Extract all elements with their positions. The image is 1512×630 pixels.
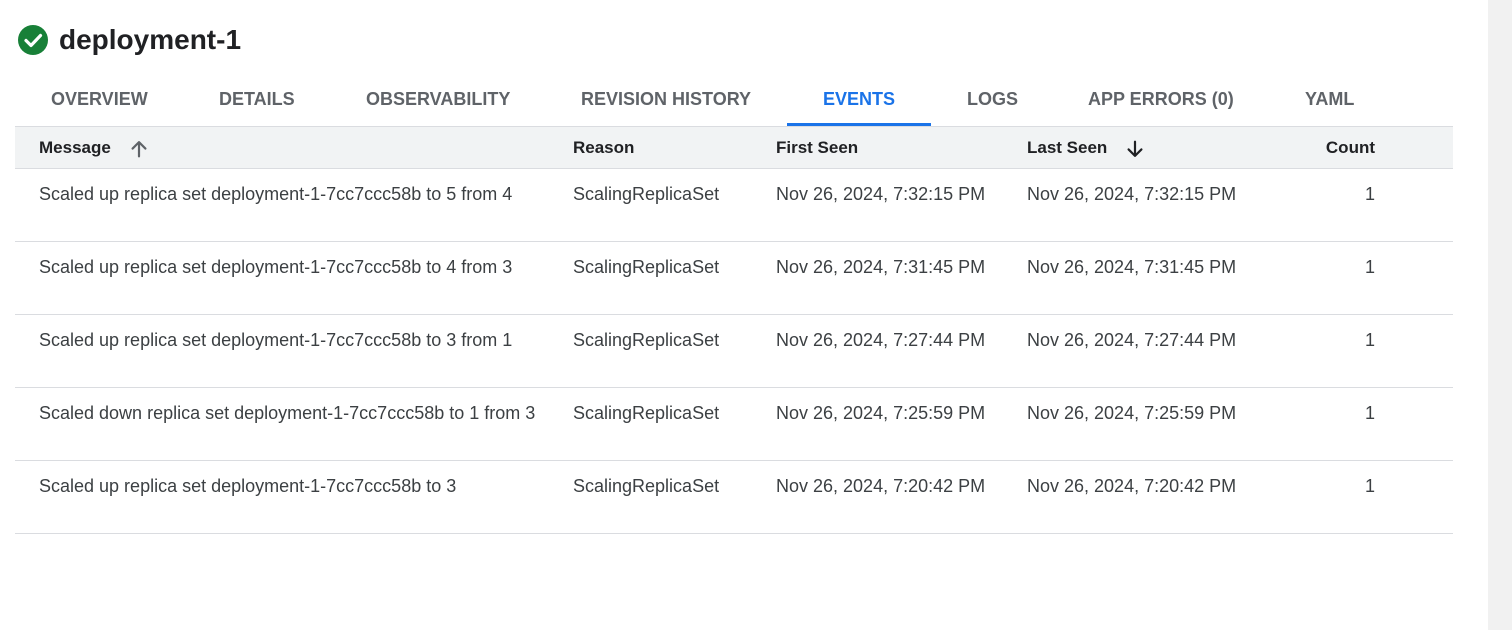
tab-revision-history[interactable]: REVISION HISTORY [545,74,787,126]
cell-reason: ScalingReplicaSet [573,476,720,496]
cell-last-seen: Nov 26, 2024, 7:25:59 PM [1027,403,1237,423]
cell-count: 1 [1364,330,1375,350]
tab-details[interactable]: DETAILS [183,74,331,126]
cell-first-seen: Nov 26, 2024, 7:31:45 PM [776,257,986,277]
events-table: Message Reason First Seen Last Seen Coun… [15,126,1453,534]
cell-count: 1 [1364,184,1375,204]
check-circle-icon [18,25,48,55]
cell-last-seen: Nov 26, 2024, 7:20:42 PM [1027,476,1237,496]
tab-observability[interactable]: OBSERVABILITY [330,74,546,126]
table-row[interactable]: Scaled up replica set deployment-1-7cc7c… [15,461,1453,534]
table-header: Message Reason First Seen Last Seen Coun… [15,126,1453,169]
column-header-reason[interactable]: Reason [573,127,634,169]
scrollbar[interactable] [1488,0,1512,630]
cell-last-seen: Nov 26, 2024, 7:32:15 PM [1027,184,1237,204]
cell-first-seen: Nov 26, 2024, 7:25:59 PM [776,403,986,423]
cell-last-seen: Nov 26, 2024, 7:31:45 PM [1027,257,1237,277]
cell-count: 1 [1364,476,1375,496]
cell-first-seen: Nov 26, 2024, 7:32:15 PM [776,184,986,204]
cell-message: Scaled up replica set deployment-1-7cc7c… [39,476,457,496]
column-header-first-seen[interactable]: First Seen [776,127,858,169]
column-header-last-seen-label: Last Seen [1027,138,1108,157]
page: deployment-1 OVERVIEW DETAILS OBSERVABIL… [0,0,1488,630]
arrow-down-icon [1127,140,1143,157]
table-row[interactable]: Scaled up replica set deployment-1-7cc7c… [15,315,1453,388]
column-header-message[interactable]: Message [39,127,150,169]
cell-last-seen: Nov 26, 2024, 7:27:44 PM [1027,330,1237,350]
cell-reason: ScalingReplicaSet [573,257,720,277]
table-row[interactable]: Scaled down replica set deployment-1-7cc… [15,388,1453,461]
cell-message: Scaled up replica set deployment-1-7cc7c… [39,184,513,204]
table-row[interactable]: Scaled up replica set deployment-1-7cc7c… [15,169,1453,242]
cell-reason: ScalingReplicaSet [573,403,720,423]
table-row[interactable]: Scaled up replica set deployment-1-7cc7c… [15,242,1453,315]
cell-reason: ScalingReplicaSet [573,184,720,204]
tab-overview[interactable]: OVERVIEW [15,74,184,126]
cell-reason: ScalingReplicaSet [573,330,720,350]
tab-app-errors[interactable]: APP ERRORS (0) [1052,74,1270,126]
cell-count: 1 [1364,403,1375,423]
cell-message: Scaled up replica set deployment-1-7cc7c… [39,257,513,277]
tab-logs[interactable]: LOGS [931,74,1054,126]
tab-yaml[interactable]: YAML [1269,74,1390,126]
page-header: deployment-1 [17,24,241,56]
cell-count: 1 [1364,257,1375,277]
column-header-last-seen[interactable]: Last Seen [1027,127,1146,169]
table-body: Scaled up replica set deployment-1-7cc7c… [15,169,1453,534]
cell-first-seen: Nov 26, 2024, 7:27:44 PM [776,330,986,350]
column-header-message-label: Message [39,138,111,157]
cell-first-seen: Nov 26, 2024, 7:20:42 PM [776,476,986,496]
tab-bar: OVERVIEW DETAILS OBSERVABILITY REVISION … [15,74,1453,126]
tab-events[interactable]: EVENTS [787,74,932,126]
column-header-count[interactable]: Count [1275,127,1375,169]
cell-message: Scaled up replica set deployment-1-7cc7c… [39,330,513,350]
cell-message: Scaled down replica set deployment-1-7cc… [39,403,536,423]
arrow-up-icon [131,140,147,157]
page-title: deployment-1 [59,24,242,55]
